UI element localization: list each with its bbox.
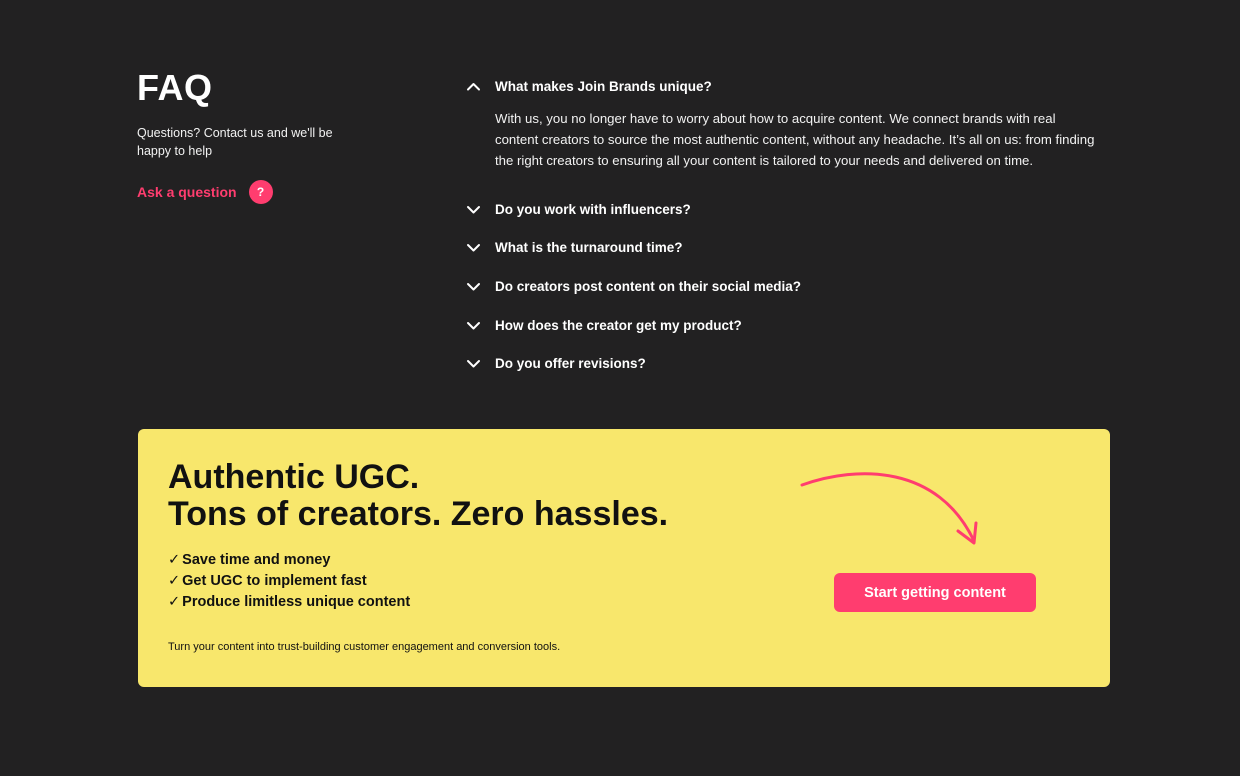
faq-question[interactable]: Do you work with influencers? [495,202,691,217]
chevron-down-icon[interactable] [466,356,481,371]
faq-question[interactable]: What makes Join Brands unique? [495,79,712,94]
faq-question[interactable]: How does the creator get my product? [495,318,742,333]
faq-item: Do creators post content on their social… [466,276,1106,296]
benefit-label: Produce limitless unique content [182,594,411,610]
check-icon: ✓ [168,573,181,589]
faq-question-toggle[interactable]: What is the turnaround time? [466,238,1106,258]
cta-headline-line-1: Authentic UGC. [168,458,420,496]
faq-intro: FAQ Questions? Contact us and we'll be h… [137,66,377,204]
faq-item: How does the creator get my product? [466,315,1106,335]
question-mark-icon[interactable]: ? [248,180,273,204]
benefit-label: Save time and money [182,552,331,568]
curved-arrow-icon [800,472,978,545]
benefit-item: ✓ Get UGC to implement fast [168,571,410,592]
check-icon: ✓ [168,552,181,568]
faq-question[interactable]: Do you offer revisions? [495,356,646,371]
benefit-list: ✓ Save time and money ✓ Get UGC to impleme… [168,550,410,613]
cta-footer-text: Turn your content into trust-building cu… [168,641,561,653]
chevron-down-icon[interactable] [466,318,481,333]
benefit-item: ✓ Produce limitless unique content [168,592,410,613]
faq-item: Do you work with influencers? [466,199,1106,219]
faq-question[interactable]: Do creators post content on their social… [495,279,801,294]
ask-question-link[interactable]: Ask a question ? [137,180,377,204]
faq-question-toggle[interactable]: What makes Join Brands unique? [466,76,1106,96]
faq-question[interactable]: What is the turnaround time? [495,240,683,255]
faq-question-toggle[interactable]: How does the creator get my product? [466,315,1106,335]
faq-subtitle: Questions? Contact us and we'll be happy… [137,126,333,158]
page: FAQ Questions? Contact us and we'll be h… [0,0,1240,776]
faq-item: Do you offer revisions? [466,354,1106,374]
start-getting-content-button[interactable]: Start getting content [834,573,1036,612]
faq-answer: With us, you no longer have to worry abo… [495,111,1095,168]
faq-title: FAQ [137,67,213,108]
faq-item: What makes Join Brands unique? With us, … [466,76,1106,171]
chevron-down-icon[interactable] [466,202,481,217]
cta-headline-line-2: Tons of creators. Zero hassles. [168,495,669,533]
cta-headline: Authentic UGC. Tons of creators. Zero ha… [168,459,668,533]
faq-question-toggle[interactable]: Do creators post content on their social… [466,276,1106,296]
chevron-down-icon[interactable] [466,279,481,294]
faq-question-toggle[interactable]: Do you work with influencers? [466,199,1106,219]
check-icon: ✓ [168,594,181,610]
benefit-item: ✓ Save time and money [168,550,410,571]
cta-card: Authentic UGC. Tons of creators. Zero ha… [138,429,1110,687]
chevron-down-icon[interactable] [466,240,481,255]
faq-list: What makes Join Brands unique? With us, … [466,76,1106,392]
ask-question-label[interactable]: Ask a question [137,184,237,200]
benefit-label: Get UGC to implement fast [182,573,367,589]
chevron-up-icon[interactable] [466,79,481,94]
faq-question-toggle[interactable]: Do you offer revisions? [466,354,1106,374]
faq-item: What is the turnaround time? [466,238,1106,258]
